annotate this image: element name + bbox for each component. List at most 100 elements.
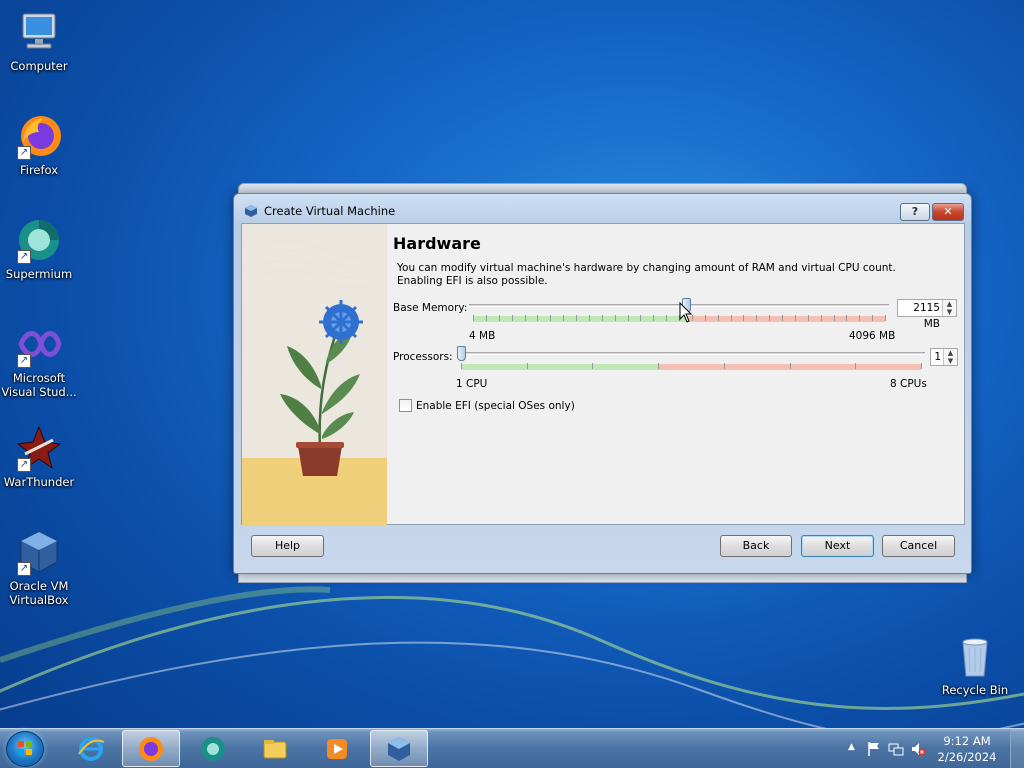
memory-tick [627, 315, 629, 321]
cpu-tick [789, 363, 791, 369]
folder-icon [263, 739, 287, 758]
cpu-tick [855, 363, 857, 369]
cpu-tick [592, 363, 594, 369]
memory-tick [640, 315, 642, 321]
start-button[interactable] [6, 731, 44, 767]
page-description: You can modify virtual machine's hardwar… [397, 262, 896, 287]
next-button[interactable]: Next [801, 535, 874, 557]
cancel-button[interactable]: Cancel [882, 535, 955, 557]
clock-date: 2/26/2024 [937, 750, 997, 764]
desktop-icon-label: WarThunder [3, 475, 75, 489]
cpu-tick [921, 363, 922, 369]
computer-icon [15, 8, 63, 56]
memory-tick [511, 315, 513, 321]
desktop-icon-warthunder[interactable]: ↗ WarThunder [0, 424, 78, 489]
efi-option[interactable]: Enable EFI (special OSes only) [399, 399, 575, 412]
title-help-button[interactable]: ? [900, 203, 930, 221]
shortcut-arrow-icon: ↗ [17, 146, 31, 160]
wizard-illustration [242, 224, 387, 526]
processors-spinbox[interactable]: 1 ▲ ▼ [930, 348, 958, 366]
network-icon[interactable] [888, 741, 904, 757]
processors-value: 1 [934, 351, 941, 363]
efi-checkbox[interactable] [399, 399, 412, 412]
memory-tick [550, 315, 552, 321]
volume-muted-icon[interactable] [910, 741, 926, 757]
taskbar-virtualbox-button[interactable] [370, 730, 428, 767]
wizard-content: Hardware You can modify virtual machine'… [393, 224, 963, 526]
visual-studio-icon: ↗ [15, 320, 63, 368]
virtualbox-icon [388, 736, 410, 761]
windows-logo-icon [18, 741, 32, 755]
media-player-icon [327, 738, 347, 759]
recycle-bin-icon [951, 632, 999, 680]
shortcut-arrow-icon: ↗ [17, 458, 31, 472]
memory-tick [743, 315, 745, 321]
efi-label: Enable EFI (special OSes only) [416, 399, 575, 412]
memory-tick [524, 315, 526, 321]
back-button[interactable]: Back [720, 535, 792, 557]
cpu-max-label: 8 CPUs [890, 378, 927, 390]
taskbar-media-player-button[interactable] [308, 730, 366, 767]
memory-tick [794, 315, 796, 321]
show-desktop-button[interactable] [1010, 729, 1024, 768]
taskbar-clock[interactable]: 9:12 AM 2/26/2024 [932, 733, 1002, 765]
plant-illustration [246, 239, 383, 476]
desktop-icon-visual-studio[interactable]: ↗ Microsoft Visual Stud... [0, 320, 78, 399]
action-center-flag-icon[interactable] [866, 741, 882, 757]
desktop-icon-label: Recycle Bin [941, 683, 1009, 697]
virtualbox-icon: ↗ [15, 528, 63, 576]
memory-tick [473, 315, 474, 321]
cpu-safe-zone [461, 364, 659, 370]
processors-slider[interactable] [457, 352, 925, 355]
supermium-icon: ↗ [15, 216, 63, 264]
dialog-title: Create Virtual Machine [264, 203, 396, 218]
memory-tick [820, 315, 822, 321]
system-tray: ▲ 9:12 AM 2/26/2024 [834, 729, 1024, 768]
taskbar-supermium-button[interactable] [184, 730, 242, 767]
desktop-icon-recycle-bin[interactable]: Recycle Bin [936, 632, 1014, 697]
memory-tick [885, 315, 886, 321]
memory-risky-zone [685, 316, 885, 322]
supermium-icon [201, 736, 225, 761]
dialog-client-area: Hardware You can modify virtual machine'… [241, 223, 965, 526]
desktop-icon-firefox[interactable]: ↗ Firefox [0, 112, 78, 177]
warthunder-icon: ↗ [15, 424, 63, 472]
cpu-tick [723, 363, 725, 369]
show-hidden-icons-icon[interactable]: ▲ [848, 742, 855, 752]
memory-tick [498, 315, 500, 321]
base-memory-label: Base Memory: [393, 302, 468, 314]
cpu-tick [461, 363, 462, 369]
title-close-button[interactable]: ✕ [932, 203, 964, 221]
memory-tick [576, 315, 577, 321]
help-button[interactable]: Help [251, 535, 324, 557]
memory-tick [717, 315, 719, 321]
memory-tick [833, 315, 835, 321]
memory-min-label: 4 MB [469, 330, 496, 342]
processors-label: Processors: [393, 351, 453, 363]
memory-tick [485, 315, 487, 321]
taskbar-explorer-button[interactable] [246, 730, 304, 767]
memory-tick [807, 315, 809, 321]
desktop-icon-computer[interactable]: Computer [0, 8, 78, 73]
internet-explorer-icon [78, 736, 105, 761]
desktop-icon-label: Microsoft Visual Stud... [1, 371, 77, 399]
memory-tick [859, 315, 861, 321]
taskbar-ie-button[interactable] [62, 730, 120, 767]
base-memory-value: 2115 MB [913, 302, 940, 330]
desktop-icon-supermium[interactable]: ↗ Supermium [0, 216, 78, 281]
memory-tick [756, 315, 758, 321]
memory-spin-arrows-icon[interactable]: ▲ ▼ [942, 300, 956, 316]
firefox-icon: ↗ [15, 112, 63, 160]
mouse-cursor-icon [679, 302, 693, 323]
processors-slider-thumb[interactable] [457, 346, 466, 361]
memory-tick [653, 315, 655, 321]
base-memory-spinbox[interactable]: 2115 MB ▲ ▼ [897, 299, 957, 330]
memory-tick [872, 315, 874, 321]
taskbar-firefox-button[interactable] [122, 730, 180, 767]
taskbar: ▲ 9:12 AM 2/26/2024 [0, 728, 1024, 768]
desktop-icon-label: Firefox [19, 163, 59, 177]
memory-tick [614, 315, 616, 321]
cpu-spin-arrows-icon[interactable]: ▲ ▼ [943, 349, 957, 365]
desktop-icon-virtualbox[interactable]: ↗ Oracle VM VirtualBox [0, 528, 78, 607]
memory-tick [846, 315, 848, 321]
